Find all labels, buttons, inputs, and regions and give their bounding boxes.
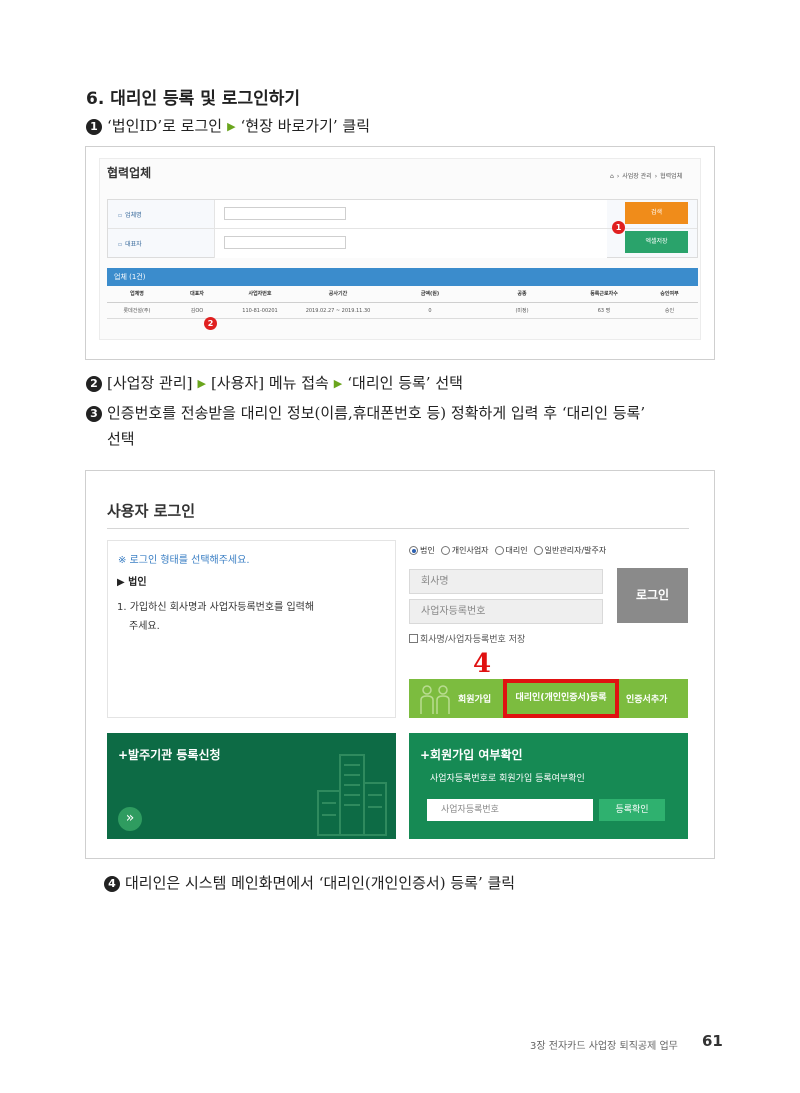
radio-individual[interactable]: 개인사업자 bbox=[440, 545, 489, 556]
column-header: 사업자번호 bbox=[248, 291, 272, 297]
business-number-input[interactable]: 사업자등록번호 bbox=[409, 599, 603, 624]
check-business-number-input[interactable]: 사업자등록번호 bbox=[427, 799, 593, 821]
form-row: ▫ 업체명 bbox=[108, 200, 697, 229]
step-number: 1 bbox=[86, 119, 102, 135]
divider bbox=[107, 528, 689, 529]
company-name-input[interactable]: 회사명 bbox=[409, 569, 603, 594]
step-text: [사용자] 메뉴 접속 bbox=[210, 374, 329, 392]
breadcrumb-item[interactable]: 사업장 관리 bbox=[622, 173, 652, 180]
table-cell: 63 명 bbox=[597, 308, 611, 314]
step-4: 4 대리인은 시스템 메인화면에서 ‘대리인(개인인증서) 등록’ 클릭 bbox=[104, 872, 515, 894]
field-label: ▫ 대표자 bbox=[118, 241, 142, 248]
bullet-icon: ▫ bbox=[118, 212, 123, 219]
step-text: 인증번호를 전송받을 대리인 정보(이름,휴대폰번호 등) 정확하게 입력 후 … bbox=[107, 404, 646, 422]
step-text: 대리인은 시스템 메인화면에서 ‘대리인(개인인증서) 등록’ 클릭 bbox=[125, 874, 516, 892]
login-description: 1. 가입하신 회사명과 사업자등록번호를 입력해 주세요. bbox=[117, 602, 315, 632]
people-icon bbox=[420, 685, 450, 714]
breadcrumb-sep: › bbox=[616, 173, 620, 180]
chapter-footer: 3장 전자카드 사업장 퇴직공제 업무 bbox=[530, 1041, 678, 1052]
column-header: 업체명 bbox=[130, 291, 144, 297]
building-icon bbox=[317, 754, 387, 836]
excel-save-button[interactable]: 엑셀저장 bbox=[625, 231, 688, 253]
play-arrow-icon: ▶ bbox=[227, 120, 236, 133]
play-arrow-icon: ▶ bbox=[333, 377, 343, 390]
table-header: 업체명 대표자 사업자번호 공사기간 금액(원) 공종 등록근로자수 승인여부 bbox=[107, 286, 698, 303]
table-cell: 0 bbox=[428, 308, 432, 314]
play-arrow-icon: ▶ bbox=[197, 377, 206, 390]
column-header: 금액(원) bbox=[420, 291, 440, 297]
table-cell: 110-81-00201 bbox=[242, 308, 278, 314]
join-button[interactable]: 회원가입 bbox=[458, 692, 491, 705]
search-form: ▫ 업체명 ▫ 대표자 bbox=[107, 199, 698, 258]
result-table: 업체명 대표자 사업자번호 공사기간 금액(원) 공종 등록근로자수 승인여부 … bbox=[107, 286, 698, 319]
step-text: ‘법인ID’로 로그인 bbox=[107, 117, 223, 135]
login-hint: ※ 로그인 형태를 선택해주세요. bbox=[118, 555, 250, 566]
breadcrumb-item[interactable]: 협력업체 bbox=[660, 173, 682, 180]
search-button[interactable]: 검색 bbox=[625, 202, 688, 224]
marker-1: 1 bbox=[612, 221, 625, 234]
double-chevron-right-icon[interactable]: » bbox=[118, 807, 142, 831]
bullet-icon: ▫ bbox=[118, 241, 123, 248]
membership-check-title: +회원가입 여부확인 bbox=[420, 748, 523, 762]
radio-corporation[interactable]: 법인 bbox=[409, 545, 435, 556]
step-1: 1 ‘법인ID’로 로그인 ▶ ‘현장 바로가기’ 클릭 bbox=[86, 115, 370, 138]
add-certificate-button[interactable]: 인증서추가 bbox=[626, 692, 667, 705]
step-2: 2 [사업장 관리] ▶ [사용자] 메뉴 접속 ▶ ‘대리인 등록’ 선택 bbox=[86, 372, 463, 395]
step-text: ‘대리인 등록’ 선택 bbox=[347, 374, 463, 392]
page-number: 61 bbox=[702, 1032, 723, 1050]
step-3: 3 인증번호를 전송받을 대리인 정보(이름,휴대폰번호 등) 정확하게 입력 후… bbox=[86, 402, 645, 424]
company-name-input[interactable] bbox=[224, 207, 346, 220]
table-cell: 김OO bbox=[190, 308, 204, 314]
login-title: 사용자 로그인 bbox=[107, 502, 196, 520]
radio-agent[interactable]: 대리인 bbox=[494, 545, 528, 556]
login-button[interactable]: 로그인 bbox=[617, 568, 688, 623]
marker-2: 2 bbox=[204, 317, 217, 330]
agent-register-button[interactable]: 대리인(개인인증서)등록 bbox=[503, 679, 619, 718]
radio-manager[interactable]: 일반관리자/발주자 bbox=[533, 545, 606, 556]
form-row: ▫ 대표자 bbox=[108, 229, 697, 258]
table-row[interactable]: 롯데건설(주) 김OO 110-81-00201 2019.02.27 ~ 20… bbox=[107, 303, 698, 319]
save-credentials-checkbox[interactable]: 회사명/사업자등록번호 저장 bbox=[409, 632, 525, 645]
step-text: [사업장 관리] bbox=[107, 374, 193, 392]
step-3-cont: 선택 bbox=[107, 430, 135, 448]
result-count-bar: 업체 (1건) bbox=[107, 268, 698, 286]
login-type-radios: 법인 개인사업자 대리인 일반관리자/발주자 bbox=[409, 545, 612, 556]
table-cell: 승인 bbox=[664, 308, 675, 314]
section-title: 6. 대리인 등록 및 로그인하기 bbox=[86, 89, 301, 109]
page-title: 협력업체 bbox=[107, 166, 152, 180]
login-type-heading: ▶ 법인 bbox=[117, 577, 147, 588]
column-header: 공종 bbox=[517, 291, 527, 297]
step-number: 2 bbox=[86, 376, 102, 392]
marker-4: 4 bbox=[473, 649, 492, 679]
representative-input[interactable] bbox=[224, 236, 346, 249]
field-label: ▫ 업체명 bbox=[118, 212, 142, 219]
step-text: ‘현장 바로가기’ 클릭 bbox=[240, 117, 371, 135]
breadcrumb: ⌂ › 사업장 관리 › 협력업체 bbox=[610, 171, 685, 180]
membership-check-desc: 사업자등록번호로 회원가입 등록여부확인 bbox=[430, 774, 585, 784]
column-header: 승인여부 bbox=[660, 291, 679, 297]
home-icon[interactable]: ⌂ bbox=[610, 173, 614, 180]
step-number: 4 bbox=[104, 876, 120, 892]
table-cell: (미정) bbox=[515, 308, 529, 314]
check-registration-button[interactable]: 등록확인 bbox=[599, 799, 665, 821]
table-cell: 롯데건설(주) bbox=[123, 308, 151, 314]
column-header: 등록근로자수 bbox=[590, 291, 618, 297]
column-header: 공사기간 bbox=[328, 291, 348, 297]
step-number: 3 bbox=[86, 406, 102, 422]
breadcrumb-sep: › bbox=[654, 173, 658, 180]
org-register-title: +발주기관 등록신청 bbox=[118, 748, 221, 762]
column-header: 대표자 bbox=[190, 291, 204, 297]
table-cell: 2019.02.27 ~ 2019.11.30 bbox=[305, 308, 371, 314]
